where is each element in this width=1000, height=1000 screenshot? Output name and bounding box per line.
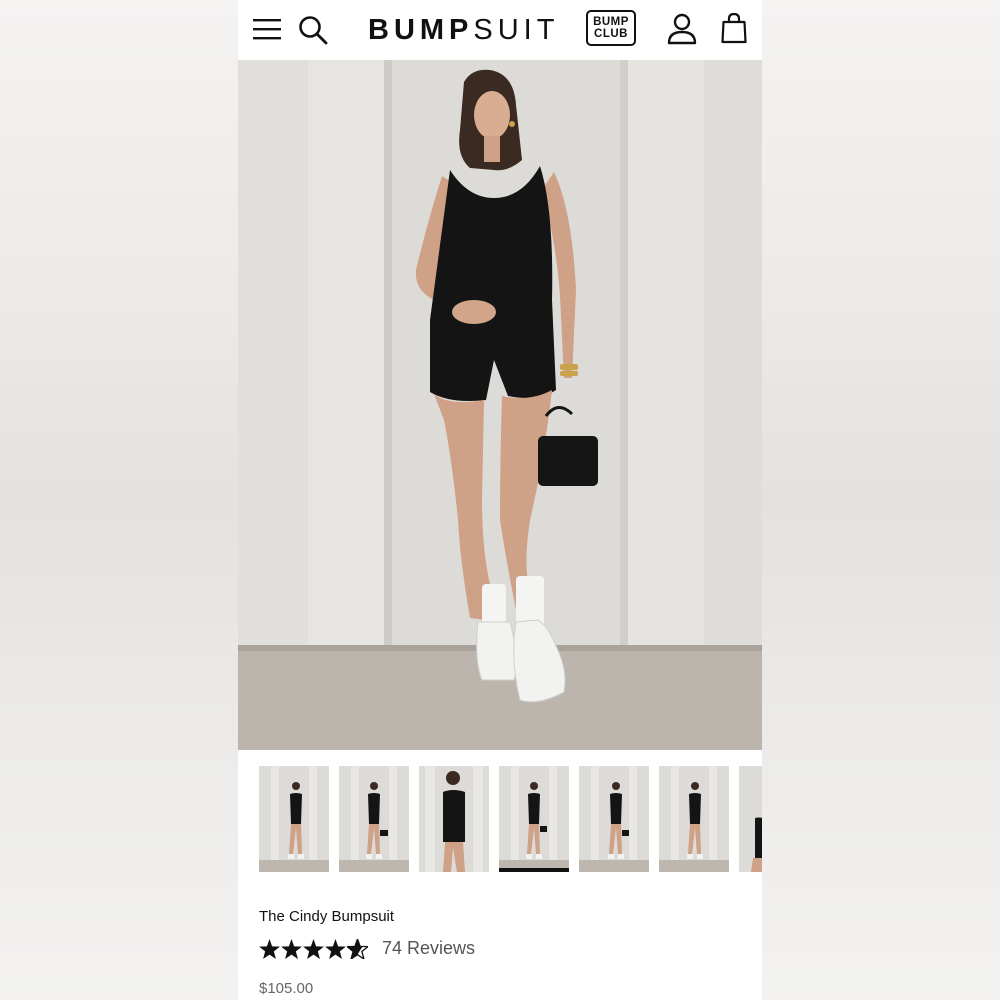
- thumbnail-image: [259, 766, 329, 872]
- active-thumbnail-indicator: [499, 868, 569, 872]
- thumbnail-5[interactable]: [579, 766, 649, 872]
- half-star-icon: [347, 938, 368, 959]
- thumbnail-1[interactable]: [259, 766, 329, 872]
- site-logo[interactable]: BUMPSUIT: [368, 13, 559, 47]
- thumbnail-2[interactable]: [339, 766, 409, 872]
- thumbnail-strip: [259, 766, 762, 872]
- hamburger-icon: [253, 19, 281, 40]
- star-icon: [281, 938, 302, 959]
- logo-bold-text: BUMP: [368, 14, 474, 46]
- background-right: [762, 0, 1000, 1000]
- product-page: BUMPSUIT BUMP CLUB The Cindy Bumpsuit 74…: [238, 0, 762, 1000]
- thumbnail-image: [739, 766, 762, 872]
- search-button[interactable]: [296, 13, 330, 47]
- shopping-bag-icon: [721, 12, 747, 44]
- menu-button[interactable]: [252, 14, 282, 44]
- product-price: $105.00: [259, 980, 314, 997]
- thumbnail-image: [579, 766, 649, 872]
- product-rating: 74 Reviews: [259, 938, 475, 959]
- product-hero-image[interactable]: [238, 60, 762, 750]
- product-photo: [238, 60, 762, 750]
- cart-button[interactable]: [719, 11, 749, 45]
- thumbnail-6[interactable]: [659, 766, 729, 872]
- club-badge-line2: CLUB: [594, 28, 628, 40]
- star-icon: [303, 938, 324, 959]
- thumbnail-image: [419, 766, 489, 872]
- user-icon: [667, 13, 697, 45]
- star-icon: [259, 938, 280, 959]
- background-left: [0, 0, 238, 1000]
- site-header: BUMPSUIT BUMP CLUB: [238, 0, 762, 60]
- logo-light-text: SUIT: [473, 14, 560, 46]
- club-badge-line1: BUMP: [593, 16, 629, 28]
- bump-club-badge[interactable]: BUMP CLUB: [586, 10, 636, 46]
- thumbnail-7[interactable]: [739, 766, 762, 872]
- star-rating: [259, 938, 368, 959]
- product-title: The Cindy Bumpsuit: [259, 908, 395, 925]
- thumbnail-3[interactable]: [419, 766, 489, 872]
- search-icon: [299, 16, 328, 45]
- thumbnail-image: [339, 766, 409, 872]
- reviews-link[interactable]: 74 Reviews: [382, 938, 475, 959]
- thumbnail-4[interactable]: [499, 766, 569, 872]
- thumbnail-image: [499, 766, 569, 872]
- thumbnail-image: [659, 766, 729, 872]
- account-button[interactable]: [666, 12, 698, 46]
- star-icon: [325, 938, 346, 959]
